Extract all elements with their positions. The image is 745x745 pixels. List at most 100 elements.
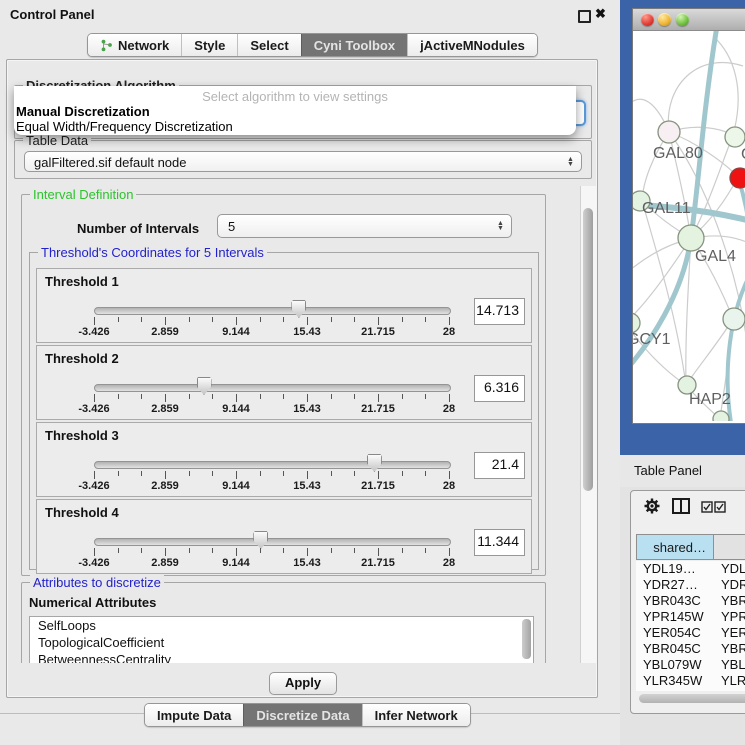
threshold-label: Threshold 3 [45,428,119,443]
column-header-name[interactable]: n [714,534,745,560]
slider-tick-labels: -3.4262.8599.14415.4321.71528 [37,403,531,415]
table-data-combobox[interactable]: galFiltered.sif default node ▲▼ [24,151,582,172]
slider-thumb[interactable] [291,300,306,318]
close-traffic-light-icon[interactable] [641,13,654,26]
tab-style[interactable]: Style [181,34,237,56]
settings-vertical-scrollbar[interactable] [580,186,596,663]
table-panel-bar: Table Panel [620,455,745,487]
dropdown-option-manual-discretization[interactable]: Manual Discretization [16,104,150,119]
node-highlighted-red[interactable] [730,168,745,188]
table-row[interactable]: YIL05…YIL0 [636,689,745,691]
attributes-list-scrollbar[interactable] [522,619,531,659]
top-tab-bar: Network Style Select Cyni Toolbox jActiv… [87,33,538,57]
label-gal11: GAL11 [642,200,691,217]
apply-button[interactable]: Apply [269,672,337,695]
control-panel-titlebar: Control Panel ✖ [0,0,620,28]
attribute-item[interactable]: SelfLoops [30,617,533,634]
float-window-icon[interactable] [578,10,591,23]
numerical-attributes-list: SelfLoopsTopologicalCoefficientBetweenne… [29,616,534,663]
scrollbar-thumb[interactable] [583,208,593,491]
slider-thumb[interactable] [367,454,382,472]
control-panel: Control Panel ✖ Network Style Select Cyn… [0,0,620,745]
table-row[interactable]: YPR145WYPR1 [636,609,745,625]
slider-tick-labels: -3.4262.8599.14415.4321.71528 [37,326,531,338]
table-row[interactable]: YBR045CYBR0 [636,641,745,657]
settings-scroll-viewport: Interval Definition Number of Intervals … [14,186,580,663]
column-header-shared-name[interactable]: shared… [636,534,714,560]
tab-impute-data[interactable]: Impute Data [145,704,243,726]
tab-label: Infer Network [375,708,458,723]
network-icon [100,39,113,52]
table-row[interactable]: YDL19…YDL1 [636,561,745,577]
number-of-intervals-combobox[interactable]: 5 ▲▼ [217,214,512,238]
slider-track[interactable] [94,384,451,392]
node-gcy1[interactable] [633,313,640,333]
minimize-traffic-light-icon[interactable] [658,13,671,26]
table-horizontal-scrollbar[interactable] [639,694,745,703]
threshold-label: Threshold 2 [45,351,119,366]
table-row[interactable]: YLR345WYLR3 [636,673,745,689]
node-bottom[interactable] [713,411,729,421]
algorithm-dropdown-popup: Select algorithm to view settings Manual… [14,86,576,135]
threshold-2-row: Threshold 2 -3.4262.8599.14415.4321.71528… [36,345,532,420]
tab-infer-network[interactable]: Infer Network [362,704,470,726]
network-window-titlebar [633,9,745,31]
number-of-intervals-value: 5 [228,219,235,234]
slider-thumb[interactable] [253,531,268,549]
thresholds-group-label: Threshold's Coordinates for 5 Intervals [38,245,267,260]
slider-thumb[interactable] [197,377,212,395]
combo-stepper-icon: ▲▼ [564,154,577,170]
label-gcy1: GCY1 [633,331,671,348]
attributes-group-label: Attributes to discretize [30,575,164,590]
table-toolbar [631,491,745,527]
close-icon[interactable]: ✖ [595,6,606,22]
tab-label: Impute Data [157,708,231,723]
node-gal80[interactable] [658,121,680,143]
attribute-item[interactable]: BetweennessCentrality [30,651,533,663]
threshold-value-field[interactable]: 21.4 [474,452,525,479]
table-row[interactable]: YER054CYER0 [636,625,745,641]
table-data-value: galFiltered.sif default node [34,155,186,170]
threshold-3-row: Threshold 3-3.4262.8599.14415.4321.71528… [36,422,532,497]
label-top-right: GA [741,146,745,163]
table-row[interactable]: YDR27…YDR2 [636,577,745,593]
dropdown-option-equal-width-frequency[interactable]: Equal Width/Frequency Discretization [16,119,233,134]
label-gal4: GAL4 [695,248,736,265]
threshold-label: Threshold 4 [45,505,119,520]
bottom-tab-bar: Impute Data Discretize Data Infer Networ… [144,703,471,727]
slider-tick-labels: -3.4262.8599.14415.4321.71528 [37,557,531,569]
threshold-rows: Threshold 1-3.4262.8599.14415.4321.71528… [30,268,538,576]
tab-select[interactable]: Select [237,34,300,56]
checkbox-icons[interactable] [701,501,727,513]
tab-cyni-toolbox[interactable]: Cyni Toolbox [301,34,407,56]
threshold-value-field[interactable]: 14.713 [474,298,525,325]
gear-icon[interactable] [643,497,661,515]
node-h[interactable] [723,308,745,330]
slider-track[interactable] [94,461,451,469]
table-data-group: Table Data galFiltered.sif default node … [14,140,592,179]
network-canvas[interactable]: GAL80 GA C GAL11 GAL4 GCY1 H HAP2 [633,31,745,421]
columns-icon[interactable] [671,497,691,515]
tab-jactivemnodules[interactable]: jActiveMNodules [407,34,537,56]
table-row[interactable]: YBL079WYBL0 [636,657,745,673]
table-header-row: shared… n [636,534,745,560]
network-window: GAL80 GA C GAL11 GAL4 GCY1 H HAP2 [632,8,745,424]
table-row[interactable]: YBR043CYBR0 [636,593,745,609]
tab-discretize-data[interactable]: Discretize Data [243,704,361,726]
threshold-value-field[interactable]: 11.344 [474,529,525,556]
thresholds-group: Threshold's Coordinates for 5 Intervals … [29,252,539,570]
application-root: Control Panel ✖ Network Style Select Cyn… [0,0,745,745]
panel-title: Control Panel [10,7,95,22]
slider-track[interactable] [94,538,451,546]
attribute-item[interactable]: TopologicalCoefficient [30,634,533,651]
number-of-intervals-label: Number of Intervals [77,221,199,236]
node-top-right[interactable] [725,127,745,147]
label-gal80: GAL80 [653,145,703,162]
tab-network[interactable]: Network [88,34,181,56]
dropdown-prompt-item[interactable]: Select algorithm to view settings [14,89,576,104]
attribute-items: SelfLoopsTopologicalCoefficientBetweenne… [30,617,533,663]
threshold-value-field[interactable]: 6.316 [474,375,525,402]
slider-track[interactable] [94,307,451,315]
zoom-traffic-light-icon[interactable] [676,13,689,26]
label-hap2: HAP2 [689,391,731,408]
